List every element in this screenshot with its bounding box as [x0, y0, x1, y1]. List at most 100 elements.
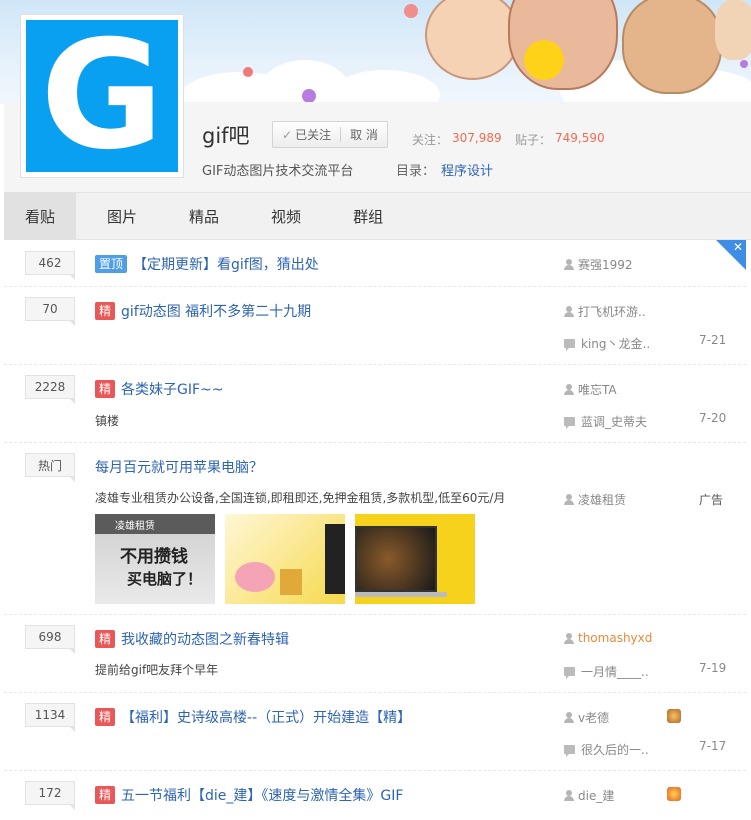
- user-icon: [564, 259, 574, 270]
- thread-row[interactable]: 2228 精各类妹子GIF~~ 镇楼 唯忘TA 蓝调_史蒂夫 7-20: [4, 365, 746, 443]
- last-reply[interactable]: 很久后的一..: [564, 741, 649, 758]
- last-reply[interactable]: king丶龙金..: [564, 335, 650, 352]
- user-icon: [564, 306, 574, 317]
- duck-illustration: [524, 40, 564, 80]
- forum-slogan: GIF动态图片技术交流平台: [202, 164, 354, 179]
- logo-letter: G: [40, 9, 164, 183]
- ad-description: 凌雄专业租赁办公设备,全国连锁,即租即还,免押金租赁,多款机型,低至60元/月: [95, 491, 506, 505]
- reply-count: 1134: [25, 703, 75, 732]
- unfollow-button[interactable]: 取 消: [341, 122, 387, 147]
- thread-row[interactable]: 172 精五一节福利【die_建】《速度与激情全集》GIF die_建: [4, 771, 746, 820]
- author-name[interactable]: 赛强1992: [578, 256, 633, 273]
- author-name[interactable]: die_建: [578, 787, 614, 804]
- thread-author[interactable]: 赛强1992: [564, 256, 633, 273]
- thread-row[interactable]: 1134 精【福利】史诗级高楼--（正式）开始建造【精】 v老德 很久后的一..…: [4, 693, 746, 771]
- thread-title-text[interactable]: gif动态图 福利不多第二十九期: [121, 304, 311, 320]
- forum-tabs: 看贴 图片 精品 视频 群组: [4, 192, 751, 240]
- laptop-icon: [355, 526, 437, 592]
- last-replier-name[interactable]: 一月情____..: [581, 663, 649, 680]
- reply-icon: [564, 339, 575, 351]
- thread-title-text[interactable]: 【福利】史诗级高楼--（正式）开始建造【精】: [121, 710, 411, 726]
- thread-title[interactable]: 精 gif动态图 福利不多第二十九期: [95, 301, 311, 321]
- thread-row[interactable]: ✕ 462 置顶 【定期更新】看gif图，猜出处 赛强1992: [4, 240, 746, 287]
- follow-button[interactable]: ✓ 已关注 取 消: [272, 121, 388, 148]
- ad-image-piggybank[interactable]: [225, 514, 345, 604]
- reply-time: 7-19: [699, 661, 727, 675]
- thread-title[interactable]: 精各类妹子GIF~~: [95, 379, 224, 399]
- tab-posts[interactable]: 看贴: [4, 193, 77, 239]
- followed-toggle[interactable]: ✓ 已关注: [273, 122, 340, 147]
- user-icon: [564, 494, 574, 505]
- reply-icon: [564, 745, 575, 757]
- tab-groups[interactable]: 群组: [332, 193, 404, 239]
- author-name[interactable]: 凌雄租赁: [578, 491, 626, 508]
- last-reply[interactable]: 一月情____..: [564, 663, 649, 680]
- posts-label: 贴子：: [515, 133, 552, 147]
- ad-subheadline: 买电脑了！: [127, 570, 203, 588]
- last-reply[interactable]: 蓝调_史蒂夫: [564, 413, 647, 430]
- thread-title[interactable]: 精我收藏的动态图之新春特辑: [95, 629, 289, 649]
- hot-badge: 热门: [25, 453, 75, 482]
- close-icon[interactable]: ✕: [733, 240, 743, 254]
- reply-count: 70: [25, 297, 75, 326]
- forum-title[interactable]: gif吧: [202, 120, 250, 150]
- pinned-badge: 置顶: [95, 255, 128, 273]
- ad-headline: 不用攒钱: [120, 547, 188, 567]
- directory-link[interactable]: 程序设计: [441, 160, 493, 179]
- thread-author[interactable]: v老德: [564, 709, 609, 726]
- featured-badge: 精: [95, 708, 116, 726]
- ad-image-laptop[interactable]: [355, 514, 475, 604]
- bear2-illustration: [715, 0, 751, 60]
- thread-title[interactable]: 精五一节福利【die_建】《速度与激情全集》GIF: [95, 785, 403, 805]
- ad-title[interactable]: 每月百元就可用苹果电脑？: [95, 457, 263, 477]
- author-name[interactable]: thomashyxd: [578, 631, 652, 645]
- thread-author[interactable]: 打飞机环游..: [564, 303, 646, 320]
- forum-logo[interactable]: G: [20, 14, 184, 178]
- reply-time: 7-20: [699, 411, 727, 425]
- thread-title[interactable]: 精【福利】史诗级高楼--（正式）开始建造【精】: [95, 707, 411, 727]
- reply-icon: [564, 667, 575, 679]
- user-icon: [564, 790, 574, 801]
- ad-author[interactable]: 凌雄租赁: [564, 491, 626, 508]
- last-replier-name[interactable]: 很久后的一..: [581, 741, 649, 758]
- thread-title-text[interactable]: 【定期更新】看gif图，猜出处: [133, 257, 319, 273]
- posts-count: 749,590: [555, 131, 605, 145]
- user-icon: [564, 712, 574, 723]
- tab-images[interactable]: 图片: [86, 193, 158, 239]
- thread-title-text[interactable]: 五一节福利【die_建】《速度与激情全集》GIF: [121, 788, 403, 804]
- author-name[interactable]: 打飞机环游..: [578, 303, 646, 320]
- last-replier-name[interactable]: 蓝调_史蒂夫: [581, 413, 647, 430]
- bear-illustration: [622, 0, 722, 94]
- author-name[interactable]: v老德: [578, 709, 609, 726]
- thread-title-text[interactable]: 各类妹子GIF~~: [121, 382, 224, 398]
- coins-icon: [280, 569, 302, 595]
- thread-row[interactable]: 70 精 gif动态图 福利不多第二十九期 打飞机环游.. king丶龙金.. 7…: [4, 287, 746, 365]
- reply-time: 7-17: [699, 739, 727, 753]
- user-icon: [564, 632, 574, 644]
- reply-count: 462: [25, 251, 75, 280]
- user-icon: [564, 384, 574, 395]
- thread-author[interactable]: 唯忘TA: [564, 381, 617, 398]
- followers-count: 307,989: [452, 131, 502, 145]
- tab-featured[interactable]: 精品: [168, 193, 240, 239]
- thread-title[interactable]: 置顶 【定期更新】看gif图，猜出处: [95, 254, 319, 274]
- medal-icon: [667, 709, 681, 723]
- ad-brand: 凌雄租赁: [115, 521, 155, 532]
- author-name[interactable]: 唯忘TA: [578, 381, 617, 398]
- piggy-bank-icon: [235, 562, 275, 592]
- thread-row[interactable]: 698 精我收藏的动态图之新春特辑 提前给gif吧友拜个早年 thomashyx…: [4, 615, 746, 693]
- thread-author[interactable]: die_建: [564, 787, 614, 804]
- followed-label: 已关注: [295, 128, 332, 142]
- followers-label: 关注：: [412, 133, 449, 147]
- reply-count: 698: [25, 625, 75, 654]
- cartoon-boy-illustration: [425, 0, 520, 80]
- tab-videos[interactable]: 视频: [250, 193, 322, 239]
- ad-image-text[interactable]: 凌雄租赁 不用攒钱 买电脑了！: [95, 514, 215, 604]
- reply-count: 172: [25, 781, 75, 810]
- directory-label: 目录：: [396, 164, 436, 179]
- thread-excerpt: 提前给gif吧友拜个早年: [95, 663, 219, 677]
- last-replier-name[interactable]: king丶龙金..: [581, 335, 650, 352]
- thread-author[interactable]: thomashyxd: [564, 631, 652, 645]
- reply-icon: [564, 417, 575, 429]
- thread-title-text[interactable]: 我收藏的动态图之新春特辑: [121, 632, 289, 648]
